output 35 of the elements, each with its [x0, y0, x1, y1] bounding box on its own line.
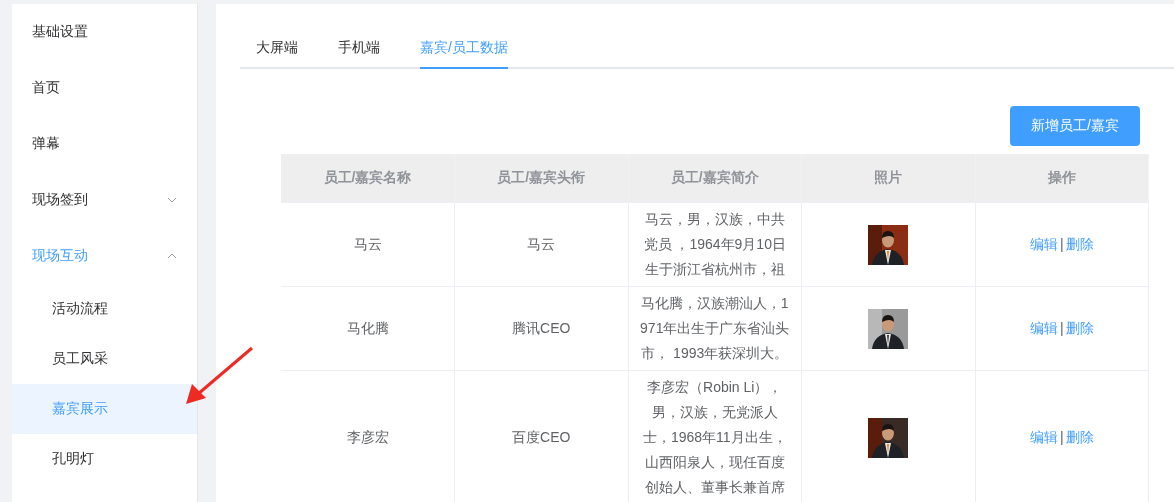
edit-link[interactable]: 编辑 — [1029, 320, 1058, 336]
table-cell-text: 马云，男，汉族，中共党员 ，1964年9月10日生于浙江省杭州市，祖 — [642, 210, 787, 279]
menu-item[interactable]: 首页 — [12, 60, 197, 116]
menu-item[interactable]: 弹幕 — [12, 116, 197, 172]
submenu-item[interactable]: 员工风采 — [12, 334, 197, 384]
edit-link[interactable]: 编辑 — [1029, 429, 1058, 445]
delete-link[interactable]: 删除 — [1065, 236, 1094, 252]
tab[interactable]: 手机端 — [338, 36, 380, 67]
submenu-item[interactable]: 活动流程 — [12, 284, 197, 334]
separator: | — [1059, 320, 1064, 336]
tab[interactable]: 大屏端 — [256, 36, 298, 67]
annotation-arrow — [184, 344, 256, 406]
table-cell: 马云 — [454, 202, 628, 287]
column-header: 照片 — [801, 154, 975, 203]
separator: | — [1059, 236, 1064, 252]
table-cell: 腾讯CEO — [454, 286, 628, 371]
submenu-title[interactable]: 现场互动 — [32, 247, 88, 265]
column-header: 员工/嘉宾简介 — [628, 154, 802, 203]
column-header: 员工/嘉宾头衔 — [454, 154, 628, 203]
table-cell: 马云 — [281, 202, 455, 287]
column-header: 员工/嘉宾名称 — [281, 154, 455, 203]
table-cell: 马化腾 — [281, 286, 455, 371]
menu-item[interactable]: 基础设置 — [12, 4, 197, 60]
submenu-item[interactable]: 嘉宾展示 — [12, 384, 197, 434]
submenu-item[interactable]: 孔明灯 — [12, 434, 197, 484]
add-guest-button[interactable]: 新增员工/嘉宾 — [1010, 106, 1140, 146]
delete-link[interactable]: 删除 — [1065, 320, 1094, 336]
tab[interactable]: 嘉宾/员工数据 — [420, 36, 508, 69]
submenu-title[interactable]: 现场签到 — [32, 191, 88, 209]
edit-link[interactable]: 编辑 — [1029, 236, 1058, 252]
table-cell-text: 李彦宏（Robin Li），男，汉族，无党派人士，1968年11月出生，山西阳泉人，现任百度创始人、董事长兼首席 — [641, 378, 788, 497]
column-header: 操作 — [975, 154, 1149, 203]
separator: | — [1059, 429, 1064, 445]
delete-link[interactable]: 删除 — [1065, 429, 1094, 445]
table-cell-text: 马化腾，汉族潮汕人，1971年出生于广东省汕头市， 1993年获深圳大。 — [639, 294, 791, 363]
